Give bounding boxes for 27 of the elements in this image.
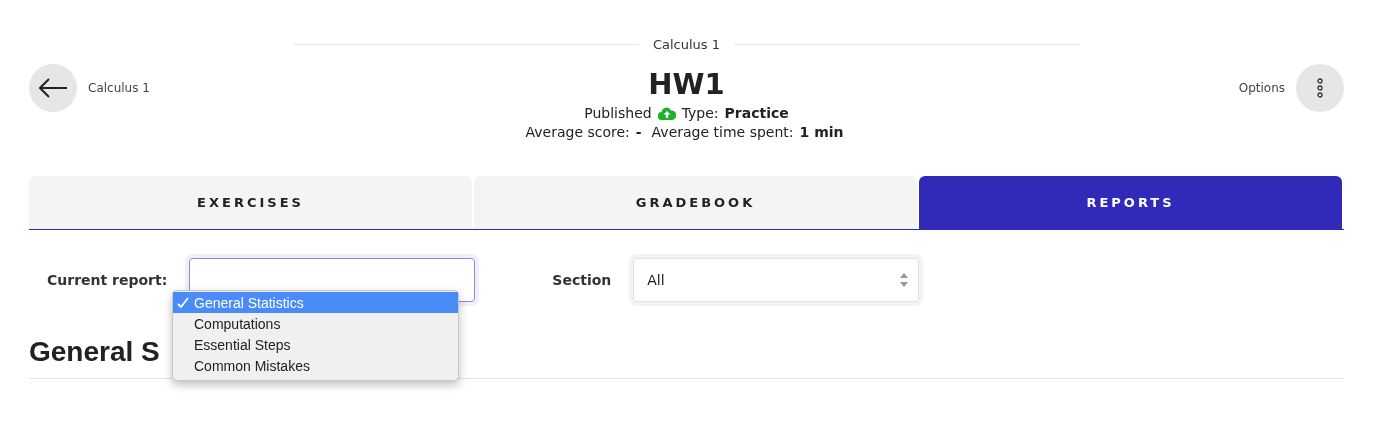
options-button[interactable] <box>1296 64 1344 112</box>
tab[interactable]: EXERCISES <box>29 176 472 229</box>
more-vertical-icon <box>1317 78 1323 98</box>
section-label: Section <box>552 272 612 288</box>
breadcrumb: Calculus 1 <box>652 37 721 52</box>
back-arrow-icon <box>38 77 68 99</box>
options-label: Options <box>1238 81 1285 95</box>
cloud-upload-icon <box>657 107 676 120</box>
tab[interactable]: GRADEBOOK <box>474 176 917 229</box>
menu-option[interactable]: Common Mistakes <box>173 355 458 376</box>
page-title: HW1 <box>648 66 725 103</box>
stat-label: Average time spent: <box>651 123 794 142</box>
menu-option[interactable]: Computations <box>173 313 458 334</box>
status-label: Published <box>584 104 652 123</box>
type-label: Type: <box>681 104 719 123</box>
stat-label: Average score: <box>525 123 630 142</box>
sort-arrows-icon <box>899 272 910 288</box>
back-button[interactable] <box>29 64 77 112</box>
report-heading: General S <box>29 336 160 368</box>
menu-option[interactable]: Essential Steps <box>173 334 458 355</box>
check-icon <box>177 296 189 309</box>
tab[interactable]: REPORTS <box>919 176 1342 229</box>
back-link[interactable]: Calculus 1 <box>88 81 150 95</box>
stat-value: 1 min <box>799 123 844 142</box>
type-value: Practice <box>724 104 789 123</box>
report-label: Current report: <box>47 272 168 288</box>
stat-value: - <box>635 123 642 142</box>
